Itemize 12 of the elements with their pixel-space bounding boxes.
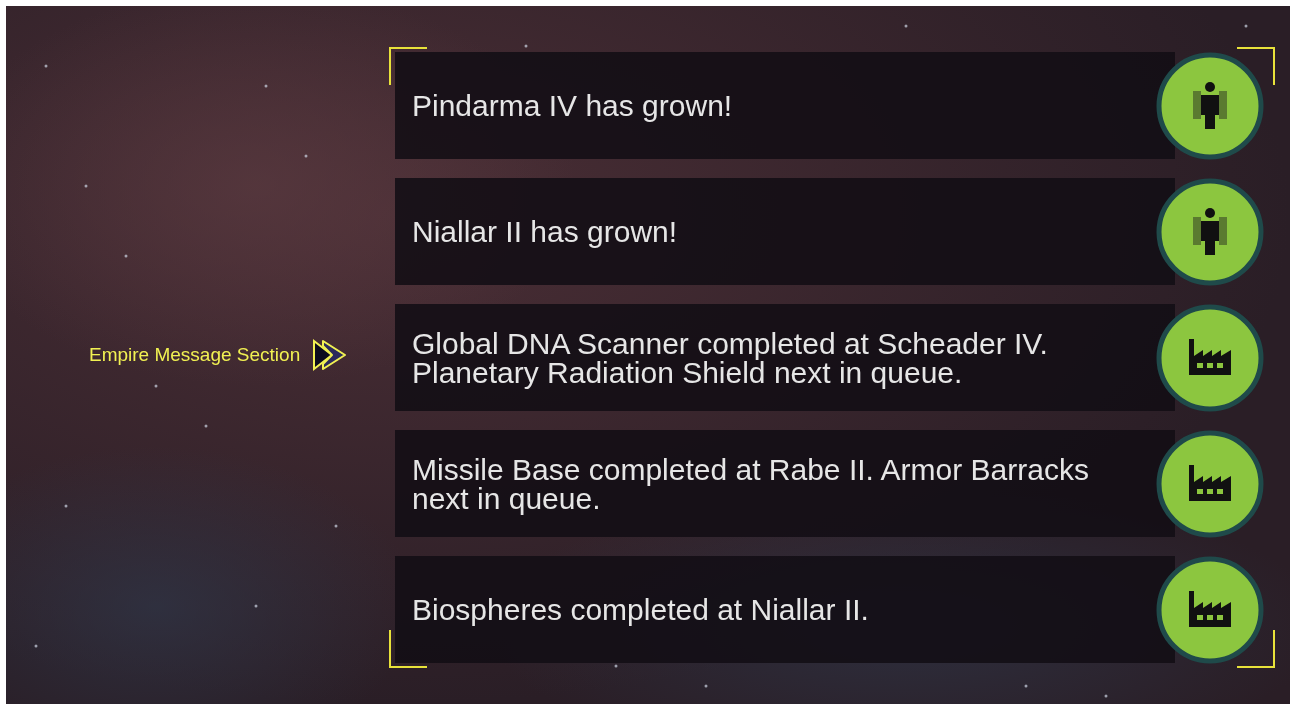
message-bar[interactable]: Pindarma IV has grown!	[395, 52, 1175, 159]
factory-icon[interactable]	[1155, 554, 1265, 665]
annotation-label: Empire Message Section	[89, 344, 301, 366]
person-icon[interactable]	[1155, 50, 1265, 161]
message-bar[interactable]: Niallar II has grown!	[395, 178, 1175, 285]
message-bar[interactable]: Global DNA Scanner completed at Scheader IV. Planetary Radiation Shield next in queue.	[395, 304, 1175, 411]
double-arrow-icon	[310, 338, 349, 372]
message-bar[interactable]: Biospheres completed at Niallar II.	[395, 556, 1175, 663]
factory-icon[interactable]	[1155, 302, 1265, 413]
person-icon[interactable]	[1155, 176, 1265, 287]
message-bar[interactable]: Missile Base completed at Rabe II. Armor Barracks next in queue.	[395, 430, 1175, 537]
factory-icon[interactable]	[1155, 428, 1265, 539]
